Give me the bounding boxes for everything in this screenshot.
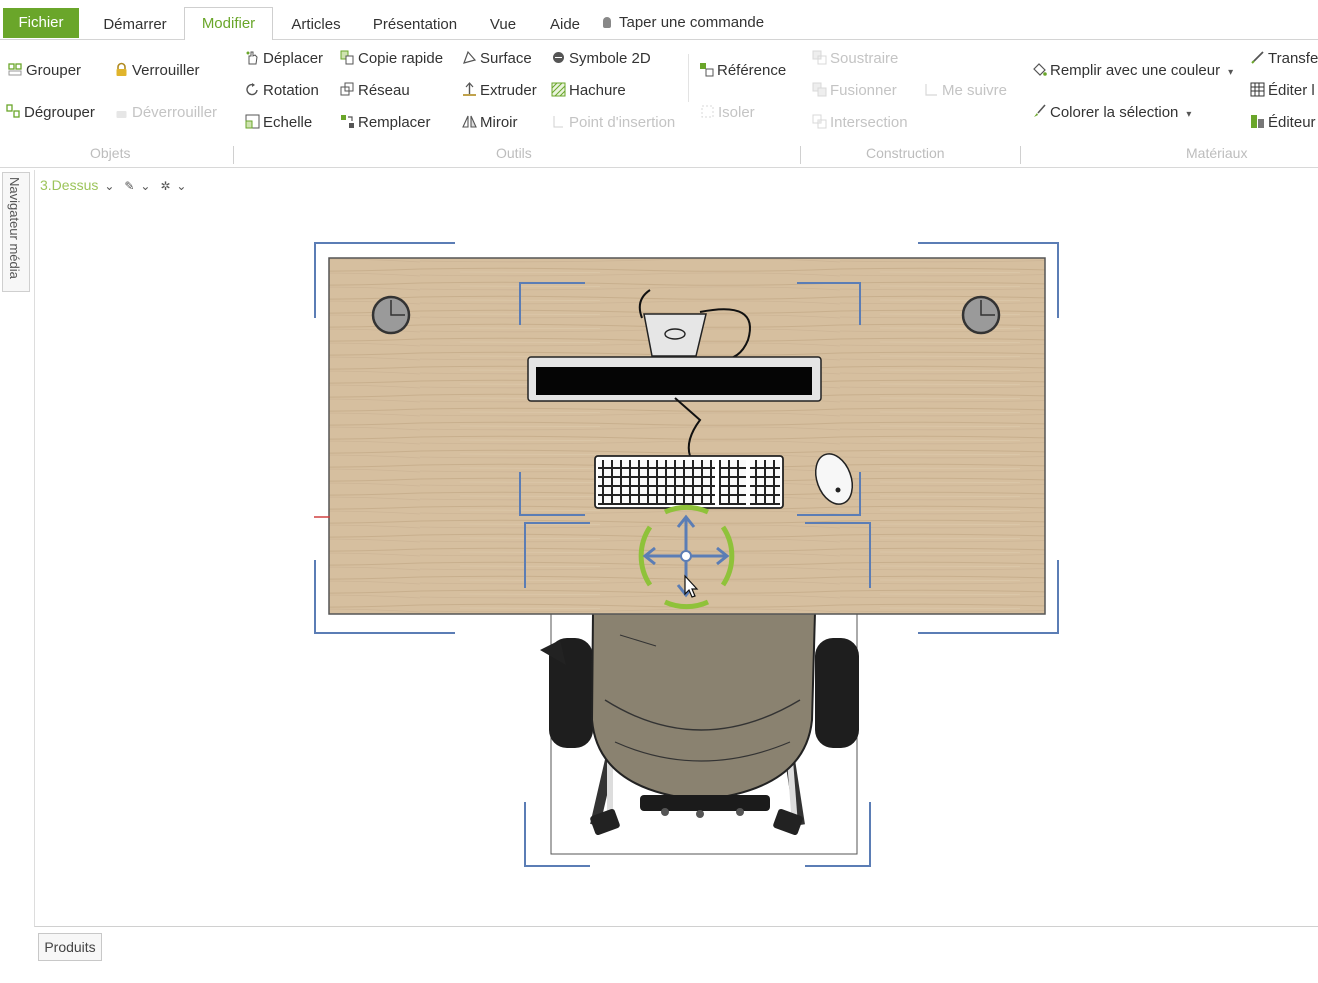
cable-grommet-left	[371, 295, 411, 335]
office-chair[interactable]	[540, 611, 859, 855]
keyboard[interactable]	[594, 455, 784, 509]
cable-grommet-right	[961, 295, 1001, 335]
produits-tab[interactable]: Produits	[38, 933, 102, 961]
top-view-scene	[314, 242, 1059, 867]
